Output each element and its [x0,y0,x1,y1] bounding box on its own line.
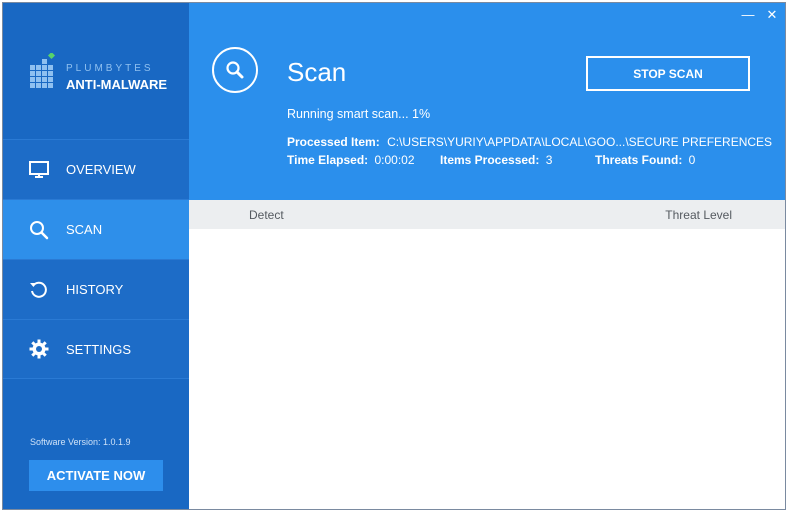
items-processed: Items Processed: 3 [440,153,552,167]
scan-stats-row: Time Elapsed: 0:00:02 Items Processed: 3… [287,153,767,169]
app-window: PLUMBYTES ANTI-MALWARE OVERVIEW SCAN HIS… [2,2,786,510]
column-header-threat-level[interactable]: Threat Level [665,208,732,222]
results-table-header: Detect Threat Level [189,200,785,229]
threats-found: Threats Found: 0 [595,153,695,167]
sidebar-item-scan[interactable]: SCAN [3,199,189,259]
items-processed-label: Items Processed: [440,153,540,167]
logo-brand: PLUMBYTES [66,63,154,74]
minimize-button[interactable]: — [741,7,755,23]
scan-circle-icon [212,47,258,93]
threats-found-value: 0 [688,153,696,167]
sidebar-item-label: OVERVIEW [66,162,136,177]
window-controls: — ✕ [741,7,779,23]
scan-status: Running smart scan... 1% [287,107,431,121]
plumbytes-logo-icon [30,53,56,88]
column-header-detect[interactable]: Detect [249,208,284,222]
sidebar-item-settings[interactable]: SETTINGS [3,319,189,379]
sidebar-item-label: HISTORY [66,282,124,297]
time-elapsed-value: 0:00:02 [374,153,415,167]
sidebar-item-overview[interactable]: OVERVIEW [3,139,189,199]
sidebar-item-history[interactable]: HISTORY [3,259,189,319]
logo: PLUMBYTES ANTI-MALWARE [30,49,170,93]
search-icon [226,61,244,79]
threats-found-label: Threats Found: [595,153,683,167]
time-elapsed: Time Elapsed: 0:00:02 [287,153,415,167]
sidebar-item-label: SCAN [66,222,103,237]
scan-header: — ✕ Scan STOP SCAN Running smart scan...… [189,3,785,200]
monitor-icon [28,159,50,181]
software-version: Software Version: 1.0.1.9 [30,437,131,447]
sidebar-item-label: SETTINGS [66,341,132,357]
sidebar-nav: OVERVIEW SCAN HISTORY SETTINGS [3,139,189,379]
page-title: Scan [287,57,347,87]
logo-product: ANTI-MALWARE [66,77,168,92]
results-table-body [189,229,785,509]
close-button[interactable]: ✕ [765,7,779,23]
gear-icon [28,338,50,360]
items-processed-value: 3 [545,153,553,167]
search-icon [28,219,50,241]
sidebar: PLUMBYTES ANTI-MALWARE OVERVIEW SCAN HIS… [3,3,189,509]
processed-item-row: Processed Item: C:\USERS\YURIY\APPDATA\L… [287,135,772,149]
processed-item-value: C:\USERS\YURIY\APPDATA\LOCAL\GOO...\SECU… [387,135,773,149]
processed-item-label: Processed Item: [287,135,380,149]
stop-scan-button[interactable]: STOP SCAN [586,56,750,91]
history-icon [28,279,50,301]
activate-now-button[interactable]: ACTIVATE NOW [29,460,163,491]
time-elapsed-label: Time Elapsed: [287,153,369,167]
